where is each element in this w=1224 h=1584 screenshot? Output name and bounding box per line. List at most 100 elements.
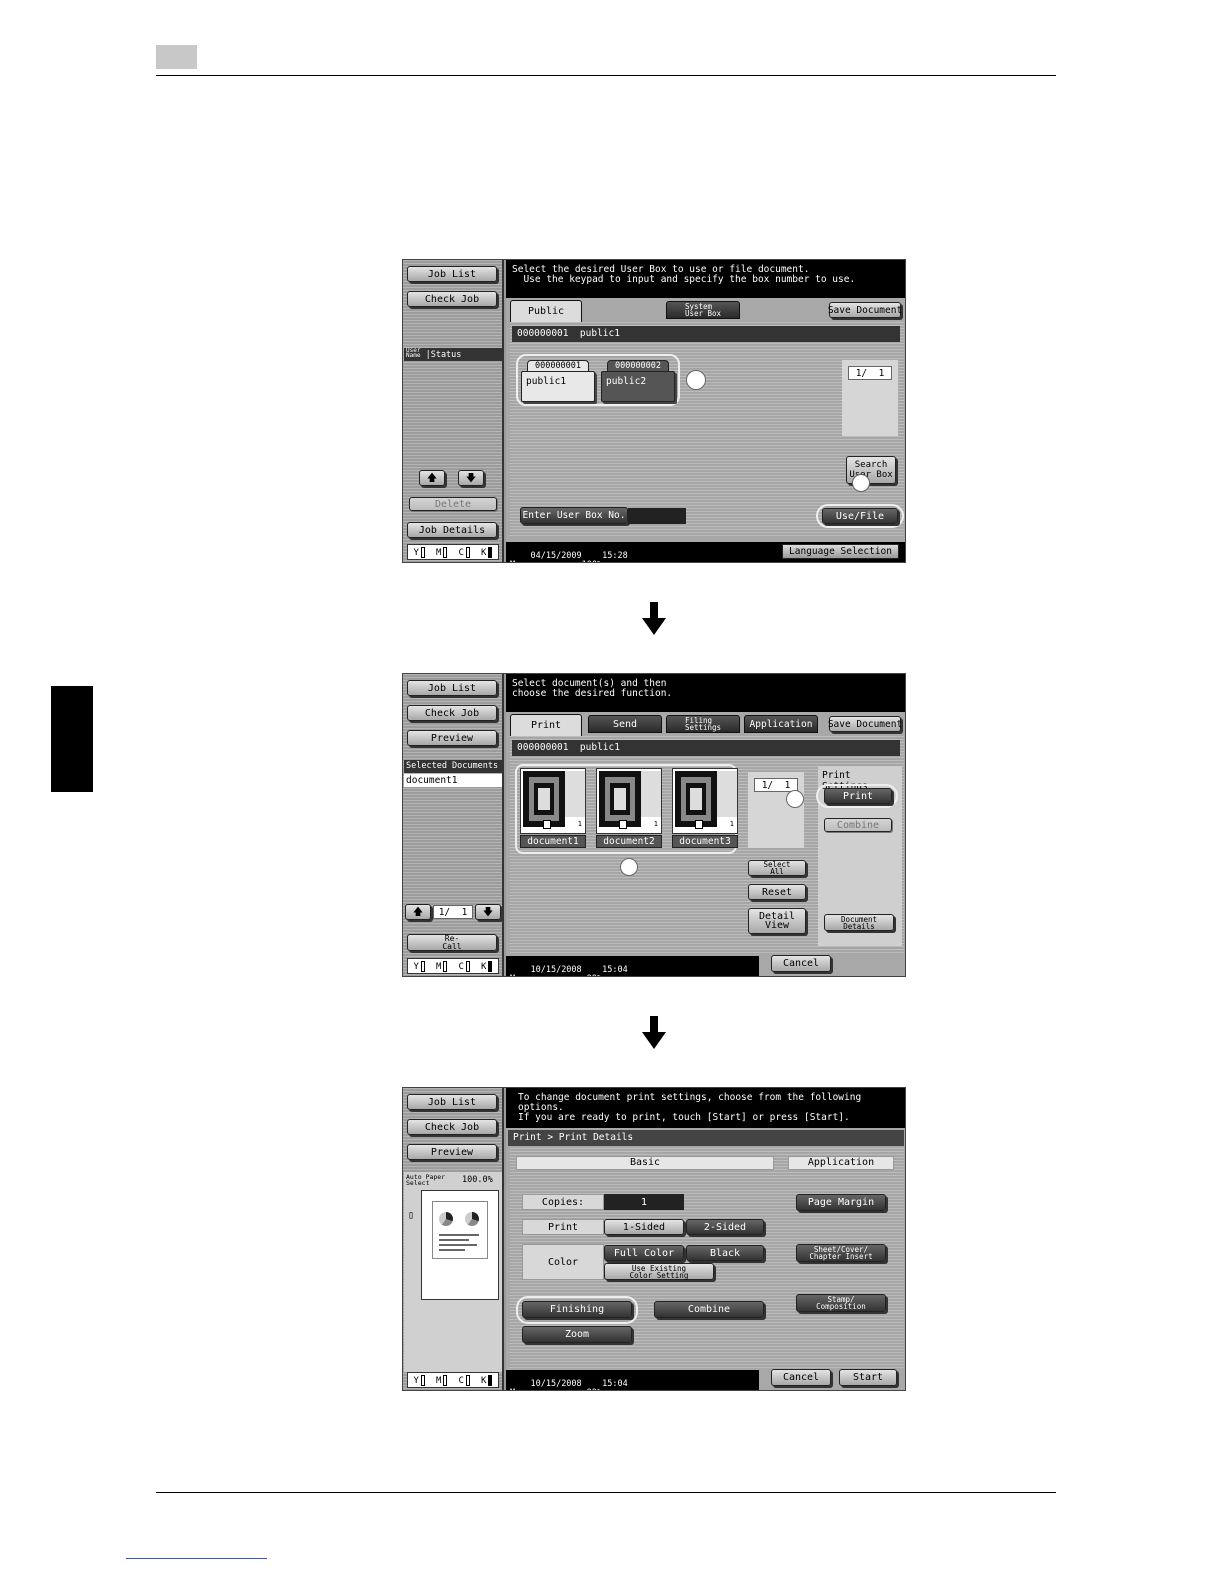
status-column: Status — [430, 350, 462, 360]
document-area: 000000001 public1 1 document1 1 document… — [510, 736, 904, 954]
document-thumbnail-2[interactable]: 1 document2 — [596, 768, 662, 848]
document-details-button[interactable]: Document Details — [824, 914, 894, 931]
breadcrumb: Print > Print Details — [508, 1130, 904, 1146]
status-bar: 10/15/2008 15:04 Memory 99% — [506, 1370, 759, 1390]
application-header: Application — [788, 1156, 894, 1170]
save-document-button[interactable]: Save Document — [828, 302, 902, 318]
sheet-cover-insert-button[interactable]: Sheet/Cover/ Chapter Insert — [796, 1244, 886, 1262]
job-list-button[interactable]: Job List — [407, 1094, 497, 1110]
job-details-button[interactable]: Job Details — [407, 522, 497, 538]
page-count: 1 — [577, 820, 582, 828]
use-file-button[interactable]: Use/File — [822, 508, 898, 524]
check-job-button[interactable]: Check Job — [407, 1119, 497, 1135]
user-name-column: User Name — [406, 347, 421, 359]
check-job-button[interactable]: Check Job — [407, 705, 497, 721]
cancel-button[interactable]: Cancel — [771, 1369, 831, 1386]
tab-print[interactable]: Print — [510, 714, 582, 736]
recall-button[interactable]: Re- Call — [407, 934, 497, 951]
pager-area: 1/ 1 — [748, 772, 804, 848]
toner-m: M — [436, 1374, 448, 1386]
detail-view-button[interactable]: Detail View — [748, 908, 806, 934]
tab-filing-settings[interactable]: Filing Settings — [666, 715, 740, 733]
preview-button[interactable]: Preview — [407, 730, 497, 746]
chapter-side-tab — [51, 686, 93, 792]
tab-public[interactable]: Public — [510, 300, 582, 322]
select-all-button[interactable]: Select All — [748, 860, 806, 876]
combine-button[interactable]: Combine — [824, 818, 892, 832]
stamp-composition-button[interactable]: Stamp/ Composition — [796, 1294, 886, 1312]
combine-button[interactable]: Combine — [654, 1301, 764, 1318]
scroll-up-button[interactable]: 🡅 — [405, 904, 431, 920]
document-thumbnail-1[interactable]: 1 document1 — [520, 768, 586, 848]
arrow-down-icon: 🡇 — [482, 906, 494, 918]
arrow-up-icon: 🡅 — [426, 472, 438, 484]
page-indicator: 1/ 1 — [433, 905, 473, 919]
callout-marker — [786, 790, 804, 808]
date-memory-status: 10/15/2008 15:04 Memory 99% — [510, 965, 628, 977]
page-count: 1 — [653, 820, 658, 828]
left-panel: Job List Check Job User Name |Status 🡅 🡇… — [403, 260, 504, 562]
instruction-message: Select document(s) and then choose the d… — [506, 674, 905, 712]
full-color-button[interactable]: Full Color — [604, 1245, 684, 1261]
selected-document-item[interactable]: document1 — [404, 774, 502, 788]
footer-rule — [156, 1492, 1056, 1493]
language-selection-button[interactable]: Language Selection — [782, 544, 899, 559]
toner-k: K — [481, 546, 493, 558]
page-indicator: 1/ 1 — [848, 366, 892, 380]
job-list-button[interactable]: Job List — [407, 266, 497, 282]
page-orientation-icon: ▯ — [408, 1210, 415, 1221]
cancel-button[interactable]: Cancel — [771, 955, 831, 972]
left-panel: Job List Check Job Preview Selected Docu… — [403, 674, 504, 976]
copies-value[interactable]: 1 — [604, 1194, 684, 1210]
tab-send[interactable]: Send — [588, 715, 662, 733]
down-arrow-icon — [642, 1016, 666, 1050]
reset-button[interactable]: Reset — [748, 884, 806, 900]
toner-y: Y — [414, 546, 425, 558]
tab-system-user-box[interactable]: System User Box — [666, 301, 740, 319]
save-document-button[interactable]: Save Document — [828, 716, 902, 732]
document-name: document1 — [520, 835, 586, 848]
page-icon — [619, 820, 627, 829]
page-margin-button[interactable]: Page Margin — [796, 1194, 886, 1211]
print-details-area: Basic Application Copies: 1 Print 1-Side… — [510, 1148, 904, 1368]
box-path: 000000001 public1 — [512, 740, 900, 756]
status-bar: 10/15/2008 15:04 Memory 99% — [506, 956, 759, 976]
user-box-public2[interactable]: 000000002 public2 — [601, 360, 675, 402]
document-image: 1 — [520, 768, 586, 834]
arrow-up-icon: 🡅 — [412, 906, 424, 918]
print-sides-label: Print — [522, 1219, 604, 1235]
enter-box-number-button[interactable]: Enter User Box No. — [520, 507, 628, 524]
arrow-down-icon: 🡇 — [465, 472, 477, 484]
date-memory-status: 04/15/2009 15:28 Memory 100% — [510, 551, 628, 563]
zoom-button[interactable]: Zoom — [522, 1326, 632, 1343]
use-existing-color-button[interactable]: Use Existing Color Setting — [604, 1263, 714, 1280]
preview-button[interactable]: Preview — [407, 1144, 497, 1160]
box-number-field[interactable] — [628, 508, 686, 524]
check-job-button[interactable]: Check Job — [407, 291, 497, 307]
scroll-down-button[interactable]: 🡇 — [475, 904, 501, 920]
document-name: document2 — [596, 835, 662, 848]
one-sided-button[interactable]: 1-Sided — [604, 1219, 684, 1235]
black-button[interactable]: Black — [686, 1245, 764, 1261]
finishing-button[interactable]: Finishing — [522, 1301, 632, 1318]
callout-marker — [620, 858, 638, 876]
document-thumbnail-3[interactable]: 1 document3 — [672, 768, 738, 848]
print-settings-panel: Print Settings Print Combine Document De… — [816, 766, 902, 946]
preview-thumbnail — [421, 1190, 499, 1300]
instruction-message: Select the desired User Box to use or fi… — [506, 260, 905, 298]
job-list-button[interactable]: Job List — [407, 680, 497, 696]
copies-label: Copies: — [522, 1194, 604, 1210]
print-button[interactable]: Print — [824, 788, 892, 804]
start-button[interactable]: Start — [839, 1369, 897, 1386]
main-panel: Select document(s) and then choose the d… — [506, 674, 905, 976]
main-panel: To change document print settings, choos… — [506, 1088, 905, 1390]
pager-area: 1/ 1 — [842, 360, 898, 436]
scroll-down-button[interactable]: 🡇 — [458, 470, 484, 486]
user-box-public1[interactable]: 000000001 public1 — [521, 360, 595, 402]
scroll-up-button[interactable]: 🡅 — [419, 470, 445, 486]
tab-application[interactable]: Application — [744, 715, 818, 733]
paper-select-label: Auto Paper Select — [406, 1173, 446, 1187]
delete-button[interactable]: Delete — [409, 497, 497, 511]
two-sided-button[interactable]: 2-Sided — [686, 1219, 764, 1235]
zoom-value: 100.0% — [462, 1175, 493, 1185]
